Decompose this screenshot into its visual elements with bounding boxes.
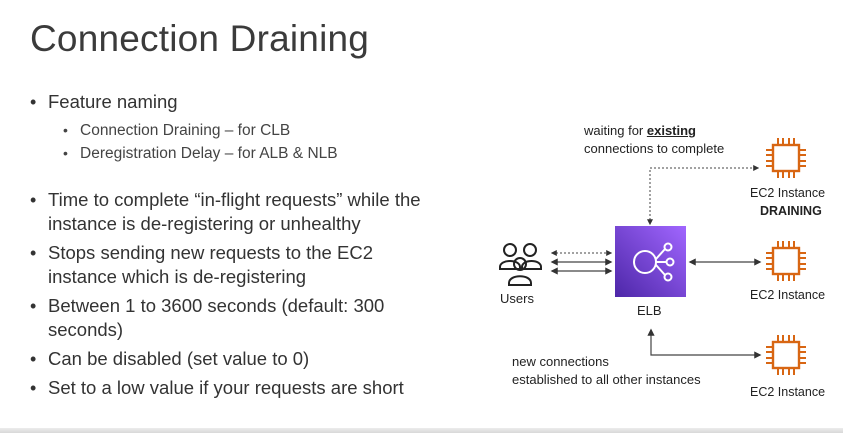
- users-icon: [499, 243, 542, 286]
- connector-elb-ec2-3: [647, 328, 762, 359]
- waiting-prefix: waiting for: [584, 123, 647, 138]
- ec2-label-2: EC2 Instance: [750, 288, 826, 302]
- waiting-emph: existing: [646, 123, 696, 138]
- waiting-line2: connections to complete: [584, 141, 725, 156]
- ec2-chip-icon: [766, 138, 806, 178]
- new-connections-label: new connections established to all other…: [512, 353, 701, 389]
- ec2-chip-icon: [766, 335, 806, 375]
- ec2-chip-icon: [766, 241, 806, 281]
- waiting-label: waiting for existing connections to comp…: [584, 122, 724, 158]
- draining-status: DRAINING: [760, 204, 822, 218]
- load-balancer-icon: [633, 242, 675, 282]
- diagram-connectors: [550, 165, 762, 359]
- ec2-draining-label: EC2 Instance: [750, 186, 826, 200]
- connector-elb-draining: [647, 165, 760, 226]
- new-conn-line1: new connections: [512, 354, 609, 369]
- ec2-label-3: EC2 Instance: [750, 385, 826, 399]
- bottom-divider: [0, 428, 843, 433]
- new-conn-line2: established to all other instances: [512, 372, 701, 387]
- elb-box: [615, 226, 686, 297]
- users-label: Users: [500, 291, 534, 306]
- elb-label: ELB: [637, 303, 662, 318]
